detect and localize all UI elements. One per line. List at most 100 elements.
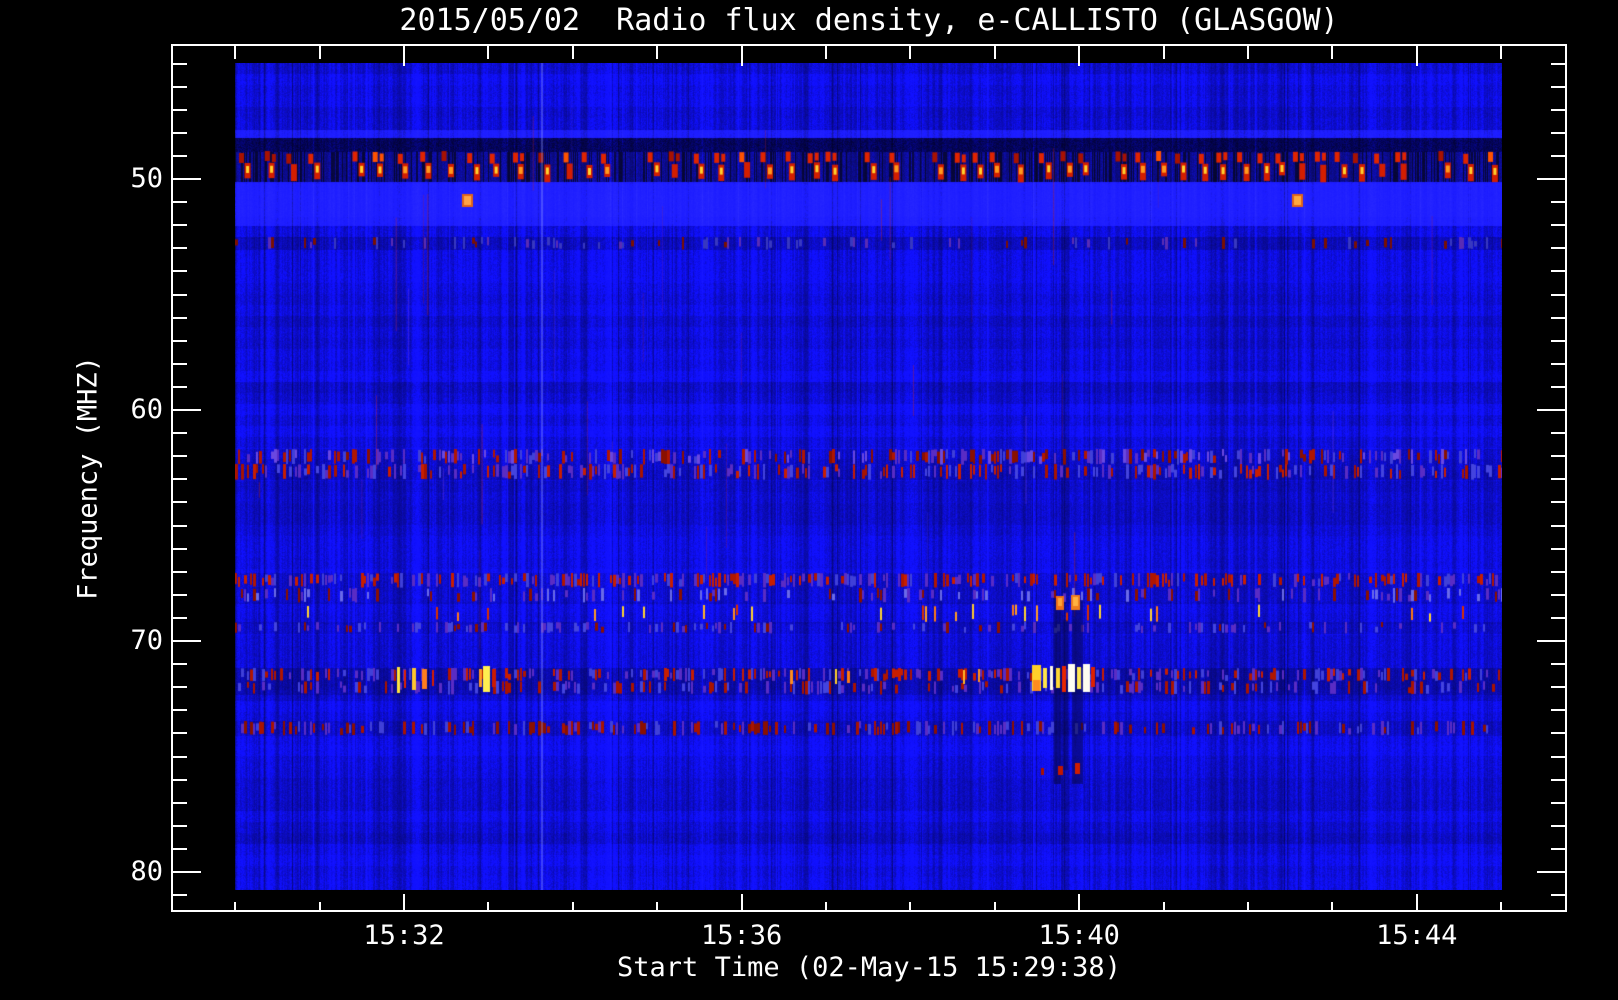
axis-tick <box>1551 663 1565 665</box>
axis-tick <box>825 46 827 59</box>
axis-tick <box>173 386 187 388</box>
axis-tick <box>1551 779 1565 781</box>
axis-tick <box>173 86 187 88</box>
axis-tick <box>173 871 201 873</box>
axis-tick <box>173 617 187 619</box>
axis-tick <box>173 709 187 711</box>
x-tick-label: 15:32 <box>334 921 474 951</box>
x-tick-label: 15:44 <box>1347 921 1487 951</box>
axis-tick <box>1551 501 1565 503</box>
axis-tick <box>994 46 996 59</box>
axis-tick <box>1247 902 1249 910</box>
axis-tick <box>1551 732 1565 734</box>
axis-tick <box>1551 432 1565 434</box>
axis-tick <box>1551 317 1565 319</box>
axis-tick <box>1551 109 1565 111</box>
axis-tick <box>403 894 405 910</box>
axis-tick <box>1551 894 1565 896</box>
axis-tick <box>1551 548 1565 550</box>
axis-tick <box>909 46 911 59</box>
spectrogram-image <box>235 63 1502 890</box>
axis-tick <box>1551 363 1565 365</box>
axis-tick <box>173 848 187 850</box>
axis-tick <box>656 902 658 910</box>
axis-tick <box>1551 617 1565 619</box>
axis-tick <box>173 432 187 434</box>
axis-tick <box>1551 571 1565 573</box>
axis-tick <box>173 201 187 203</box>
axis-tick <box>1416 46 1418 66</box>
axis-tick <box>173 825 187 827</box>
axis-tick <box>173 317 187 319</box>
axis-tick <box>741 46 743 66</box>
x-tick-label: 15:40 <box>1009 921 1149 951</box>
axis-tick <box>173 894 187 896</box>
axis-tick <box>656 46 658 59</box>
axis-tick <box>234 902 236 910</box>
axis-tick <box>1331 902 1333 910</box>
axis-tick <box>1551 386 1565 388</box>
axis-tick <box>173 640 201 642</box>
axis-tick <box>1551 848 1565 850</box>
axis-tick <box>173 663 187 665</box>
axis-tick <box>741 894 743 910</box>
x-tick-label: 15:36 <box>672 921 812 951</box>
axis-tick <box>173 270 187 272</box>
axis-tick <box>173 756 187 758</box>
axis-tick <box>234 46 236 59</box>
axis-tick <box>1537 871 1565 873</box>
axis-tick <box>1537 178 1565 180</box>
axis-tick <box>1537 640 1565 642</box>
axis-tick <box>487 46 489 59</box>
y-tick-label: 80 <box>58 857 163 887</box>
axis-tick <box>1551 686 1565 688</box>
axis-tick <box>173 247 187 249</box>
axis-tick <box>173 802 187 804</box>
x-axis-title: Start Time (02-May-15 15:29:38) <box>171 952 1567 983</box>
axis-tick <box>173 732 187 734</box>
axis-tick <box>1551 224 1565 226</box>
axis-tick <box>1551 756 1565 758</box>
axis-tick <box>1500 46 1502 59</box>
axis-tick <box>319 902 321 910</box>
axis-tick <box>1331 46 1333 59</box>
axis-tick <box>173 571 187 573</box>
axis-tick <box>1163 902 1165 910</box>
axis-tick <box>1163 46 1165 59</box>
axis-tick <box>825 902 827 910</box>
axis-tick <box>1551 247 1565 249</box>
axis-tick <box>1416 894 1418 910</box>
axis-tick <box>1551 802 1565 804</box>
axis-tick <box>1551 63 1565 65</box>
axis-tick <box>173 779 187 781</box>
axis-tick <box>173 132 187 134</box>
axis-tick <box>1551 270 1565 272</box>
axis-tick <box>1551 294 1565 296</box>
axis-tick <box>1551 709 1565 711</box>
axis-tick <box>994 902 996 910</box>
axis-tick <box>487 902 489 910</box>
axis-tick <box>173 109 187 111</box>
axis-tick <box>1551 340 1565 342</box>
axis-tick <box>173 363 187 365</box>
axis-tick <box>173 178 201 180</box>
axis-tick <box>1551 155 1565 157</box>
axis-tick <box>1078 46 1080 66</box>
axis-tick <box>173 548 187 550</box>
axis-tick <box>1247 46 1249 59</box>
chart-title: 2015/05/02 Radio flux density, e-CALLIST… <box>171 3 1567 38</box>
axis-tick <box>572 46 574 59</box>
axis-tick <box>1078 894 1080 910</box>
axis-tick <box>173 155 187 157</box>
axis-tick <box>1551 132 1565 134</box>
axis-tick <box>319 46 321 59</box>
axis-tick <box>1500 902 1502 910</box>
axis-tick <box>173 455 187 457</box>
axis-tick <box>173 478 187 480</box>
axis-tick <box>173 501 187 503</box>
axis-tick <box>1551 86 1565 88</box>
axis-tick <box>173 224 187 226</box>
axis-tick <box>173 594 187 596</box>
axis-tick <box>1551 594 1565 596</box>
axis-tick <box>909 902 911 910</box>
